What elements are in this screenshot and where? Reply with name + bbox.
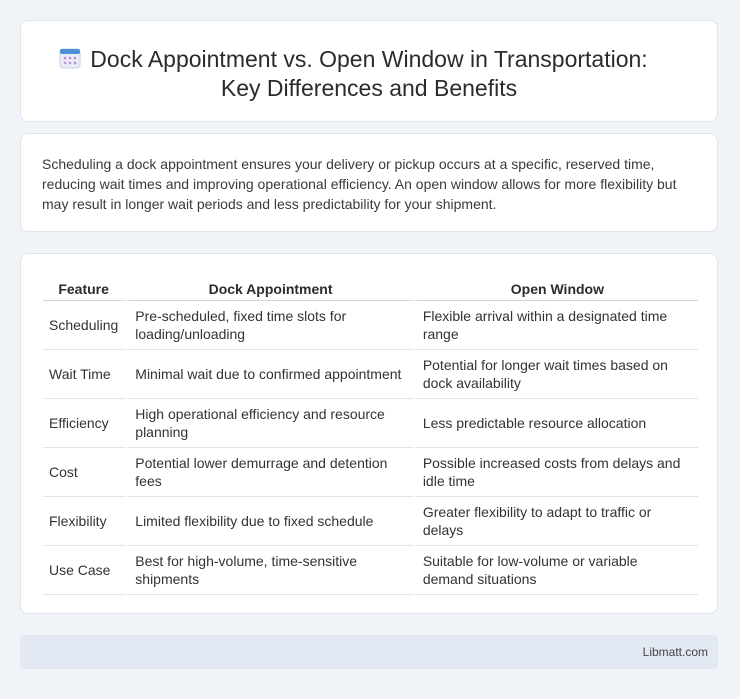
- cell-feature: Flexibility: [43, 497, 125, 546]
- table-row: Scheduling Pre-scheduled, fixed time slo…: [43, 301, 698, 350]
- cell-open-window: Flexible arrival within a designated tim…: [411, 301, 698, 350]
- header-open-window: Open Window: [411, 278, 698, 301]
- comparison-table: Feature Dock Appointment Open Window Sch…: [43, 278, 698, 595]
- table-header-row: Feature Dock Appointment Open Window: [43, 278, 698, 301]
- table-row: Efficiency High operational efficiency a…: [43, 399, 698, 448]
- cell-dock-appointment: Best for high-volume, time-sensitive shi…: [124, 546, 412, 595]
- cell-feature: Wait Time: [43, 350, 125, 399]
- cell-feature: Scheduling: [43, 301, 125, 350]
- cell-dock-appointment: Minimal wait due to confirmed appointmen…: [124, 350, 412, 399]
- table-row: Flexibility Limited flexibility due to f…: [43, 497, 698, 546]
- cell-dock-appointment: Limited flexibility due to fixed schedul…: [124, 497, 412, 546]
- cell-open-window: Potential for longer wait times based on…: [411, 350, 698, 399]
- cell-dock-appointment: High operational efficiency and resource…: [124, 399, 412, 448]
- cell-feature: Use Case: [43, 546, 125, 595]
- cell-open-window: Less predictable resource allocation: [411, 399, 698, 448]
- title-card: Dock Appointment vs. Open Window in Tran…: [20, 20, 718, 122]
- cell-dock-appointment: Pre-scheduled, fixed time slots for load…: [124, 301, 412, 350]
- table-row: Use Case Best for high-volume, time-sens…: [43, 546, 698, 595]
- cell-feature: Efficiency: [43, 399, 125, 448]
- cell-feature: Cost: [43, 448, 125, 497]
- cell-open-window: Possible increased costs from delays and…: [411, 448, 698, 497]
- footer-bar: Libmatt.com: [20, 635, 718, 669]
- footer-site-link[interactable]: Libmatt.com: [643, 645, 708, 659]
- table-row: Wait Time Minimal wait due to confirmed …: [43, 350, 698, 399]
- cell-dock-appointment: Potential lower demurrage and detention …: [124, 448, 412, 497]
- page-title: Dock Appointment vs. Open Window in Tran…: [90, 46, 648, 101]
- header-feature: Feature: [43, 278, 125, 301]
- header-dock-appointment: Dock Appointment: [124, 278, 412, 301]
- intro-card: Scheduling a dock appointment ensures yo…: [20, 133, 718, 232]
- table-row: Cost Potential lower demurrage and deten…: [43, 448, 698, 497]
- comparison-card: Feature Dock Appointment Open Window Sch…: [20, 253, 718, 614]
- cell-open-window: Greater flexibility to adapt to traffic …: [411, 497, 698, 546]
- cell-open-window: Suitable for low-volume or variable dema…: [411, 546, 698, 595]
- intro-paragraph: Scheduling a dock appointment ensures yo…: [42, 156, 677, 212]
